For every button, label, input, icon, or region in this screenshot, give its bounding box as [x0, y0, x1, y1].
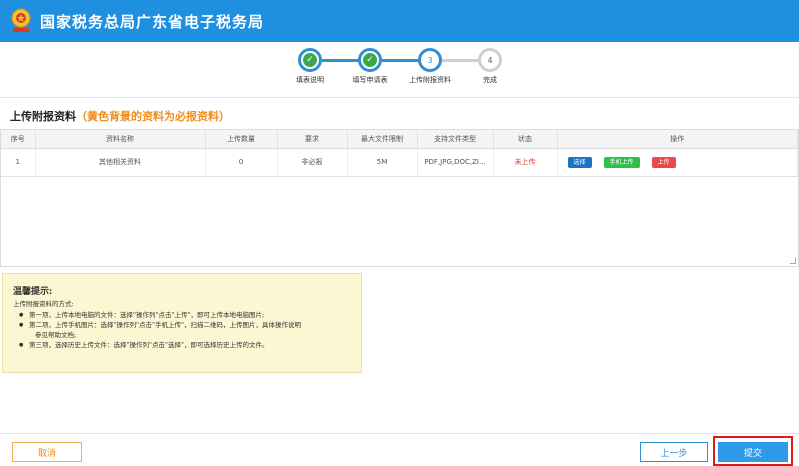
site-title: 国家税务总局广东省电子税务局	[40, 12, 265, 31]
step-number: 3	[418, 48, 442, 72]
cell-count: 0	[205, 148, 278, 177]
divider	[0, 97, 799, 98]
tips-item: 第二项，上传手机图片：选择"操作列"点击"手机上传"，扫描二维码，上传图片，具体…	[13, 320, 351, 330]
table-header-row: 序号 资料名称 上传数量 要求 最大文件限制 支持文件类型 状态 操作	[1, 130, 798, 149]
section-title-text: 上传附报资料	[10, 110, 76, 123]
col-name: 资料名称	[35, 130, 206, 149]
section-hint: （黄色背景的资料为必报资料）	[76, 110, 230, 123]
cell-name: 其他相关资料	[35, 148, 206, 177]
prev-step-button[interactable]: 上一步	[640, 442, 708, 462]
tips-title: 温馨提示:	[13, 287, 53, 297]
col-index: 序号	[1, 130, 36, 149]
tips-panel: 温馨提示: 上传附报资料的方式: 第一项，上传本地电脑的文件：选择"操作列"点击…	[2, 273, 362, 373]
attachment-table: 序号 资料名称 上传数量 要求 最大文件限制 支持文件类型 状态 操作 1 其他…	[0, 129, 799, 267]
select-button[interactable]: 选择	[567, 156, 592, 168]
cell-types: PDF,JPG,DOC,ZI...	[417, 148, 494, 177]
cell-index: 1	[1, 148, 36, 177]
step-number: 4	[478, 48, 502, 72]
tax-emblem-icon	[10, 8, 32, 34]
tips-subtitle: 上传附报资料的方式:	[13, 300, 74, 308]
tips-item: 参见帮助文档;	[35, 331, 77, 339]
cell-actions: 选择 手机上传 上传	[557, 148, 798, 177]
tips-list: 第一项，上传本地电脑的文件：选择"操作列"点击"上传"，即可上传本地电脑图片; …	[13, 310, 351, 350]
tips-item: 第一项，上传本地电脑的文件：选择"操作列"点击"上传"，即可上传本地电脑图片;	[13, 310, 351, 320]
tips-item: 第三项，选择历史上传文件：选择"操作列"点击"选择"，即可选择历史上传的文件。	[13, 340, 351, 350]
cell-status: 未上传	[493, 148, 558, 177]
col-count: 上传数量	[205, 130, 278, 149]
footer-divider	[0, 433, 799, 434]
upload-button[interactable]: 上传	[651, 156, 676, 168]
step-4: 4 完成	[455, 48, 525, 85]
submit-button[interactable]: 提交	[718, 442, 788, 462]
header-bar: 国家税务总局广东省电子税务局	[0, 0, 799, 42]
step-progress: ✓ 填表说明 ✓ 填写申请表 3 上传附报资料 4 完成	[280, 48, 520, 88]
step-check-icon: ✓	[298, 48, 322, 72]
cell-requirement: 非必报	[277, 148, 348, 177]
step-label: 完成	[483, 76, 497, 84]
col-requirement: 要求	[277, 130, 348, 149]
col-actions: 操作	[557, 130, 798, 149]
step-check-icon: ✓	[358, 48, 382, 72]
col-status: 状态	[493, 130, 558, 149]
col-types: 支持文件类型	[417, 130, 494, 149]
cell-max-size: 5M	[347, 148, 418, 177]
resize-handle-icon[interactable]	[790, 258, 796, 264]
cancel-button[interactable]: 取消	[12, 442, 82, 462]
section-title: 上传附报资料（黄色背景的资料为必报资料）	[10, 108, 230, 124]
table-row: 1 其他相关资料 0 非必报 5M PDF,JPG,DOC,ZI... 未上传 …	[1, 148, 798, 177]
mobile-upload-button[interactable]: 手机上传	[603, 156, 640, 168]
col-max-size: 最大文件限制	[347, 130, 418, 149]
